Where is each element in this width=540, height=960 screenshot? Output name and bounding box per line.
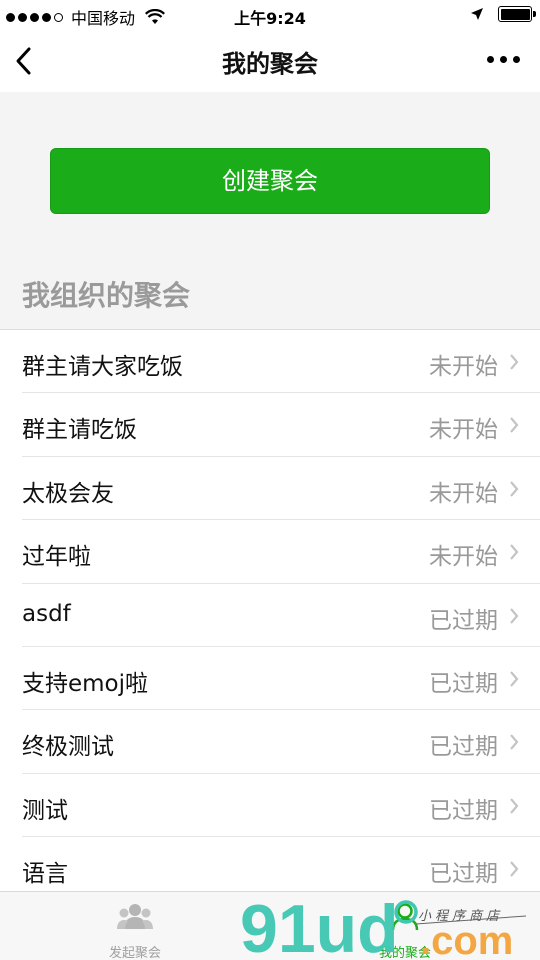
party-name: 语言 — [22, 861, 68, 888]
party-status: 未开始 — [429, 417, 498, 444]
chevron-right-icon — [510, 481, 519, 497]
list-item[interactable]: asdf 已过期 — [0, 584, 540, 648]
party-status: 已过期 — [429, 734, 498, 761]
party-status: 已过期 — [429, 670, 498, 697]
party-name: 测试 — [22, 797, 68, 824]
list-item[interactable]: 终极测试 已过期 — [0, 710, 540, 775]
svg-text:.com: .com — [420, 919, 513, 960]
tab-create-party[interactable]: 发起聚会 — [0, 892, 270, 960]
list-item[interactable]: 群主请吃饭 未开始 — [0, 393, 540, 458]
location-arrow-icon — [471, 8, 483, 20]
list-item[interactable]: 群主请大家吃饭 未开始 — [0, 330, 540, 394]
party-status: 已过期 — [429, 861, 498, 888]
nav-bar: 我的聚会 — [0, 30, 540, 92]
section-title: 我组织的聚会 — [22, 279, 191, 312]
party-list: 群主请大家吃饭 未开始 群主请吃饭 未开始 太极会友 未开始 过年啦 未开始 a… — [0, 329, 540, 891]
list-item[interactable]: 过年啦 未开始 — [0, 520, 540, 584]
party-status: 已过期 — [429, 607, 498, 634]
party-name: 太极会友 — [22, 480, 114, 507]
status-bar: 中国移动 上午9:24 — [0, 0, 540, 30]
list-item[interactable]: 太极会友 未开始 — [0, 457, 540, 521]
party-status: 未开始 — [429, 354, 498, 380]
chevron-right-icon — [510, 607, 519, 624]
party-name: 终极测试 — [22, 734, 114, 761]
party-status: 未开始 — [429, 480, 498, 507]
status-time: 上午9:24 — [234, 9, 306, 28]
chevron-right-icon — [510, 734, 519, 751]
create-party-button[interactable]: 创建聚会 — [50, 148, 490, 214]
chevron-right-icon — [510, 671, 519, 687]
party-status: 未开始 — [429, 544, 498, 571]
party-status: 已过期 — [429, 797, 498, 824]
party-name: asdf — [22, 600, 71, 627]
more-menu-icon[interactable] — [487, 56, 520, 63]
party-name: 群主请吃饭 — [22, 417, 137, 444]
chevron-right-icon — [510, 798, 519, 814]
chevron-right-icon — [510, 354, 519, 370]
chevron-right-icon — [510, 544, 519, 560]
chevron-right-icon — [510, 417, 519, 434]
group-icon — [117, 904, 153, 929]
chevron-right-icon — [510, 861, 519, 877]
list-item[interactable]: 语言 已过期 — [0, 837, 540, 891]
tab-label: 发起聚会 — [108, 946, 161, 960]
party-name: 支持emoj啦 — [22, 670, 149, 697]
list-item[interactable]: 支持emoj啦 已过期 — [0, 647, 540, 711]
status-right — [470, 6, 536, 22]
party-name: 群主请大家吃饭 — [22, 354, 183, 380]
watermark-logo: 91ud .com 小程序商店 — [240, 891, 527, 960]
svg-text:91ud: 91ud — [240, 891, 399, 960]
battery-icon — [498, 6, 536, 22]
svg-text:小程序商店: 小程序商店 — [418, 909, 503, 924]
list-item[interactable]: 测试 已过期 — [0, 774, 540, 838]
party-name: 过年啦 — [22, 544, 91, 571]
page-title: 我的聚会 — [222, 50, 318, 78]
